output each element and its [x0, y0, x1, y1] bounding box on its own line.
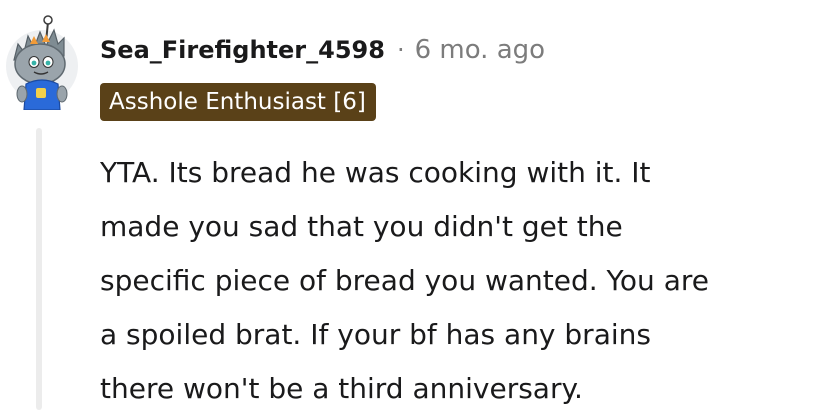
comment-body-line: YTA. Its bread he was cooking with it. I…: [100, 156, 651, 189]
meta-separator: ·: [396, 36, 405, 64]
author-username[interactable]: Sea_Firefighter_4598: [100, 36, 385, 64]
comment-body-line: there won't be a third anniversary.: [100, 372, 583, 405]
thread-collapse-line[interactable]: [36, 128, 42, 410]
comment-body: YTA. Its bread he was cooking with it. I…: [100, 146, 825, 416]
user-avatar[interactable]: [4, 14, 78, 111]
comment-meta: Sea_Firefighter_4598 · 6 mo. ago: [100, 28, 545, 72]
comment-body-line: a spoiled brat. If your bf has any brain…: [100, 318, 651, 351]
comment-body-line: specific piece of bread you wanted. You …: [100, 264, 709, 297]
snoo-avatar-icon: [6, 15, 78, 111]
user-flair-badge: Asshole Enthusiast [6]: [100, 83, 376, 121]
comment-timestamp[interactable]: 6 mo. ago: [415, 35, 545, 65]
comment: Sea_Firefighter_4598 · 6 mo. ago Asshole…: [0, 0, 833, 410]
comment-body-line: made you sad that you didn't get the: [100, 210, 623, 243]
